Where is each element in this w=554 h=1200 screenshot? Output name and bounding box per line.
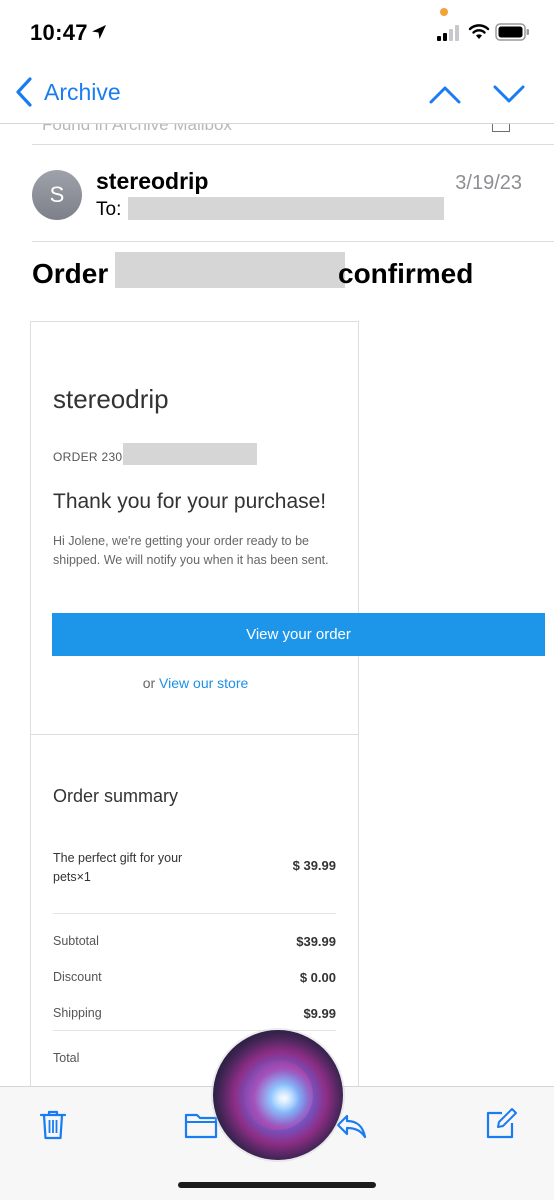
trash-icon[interactable] xyxy=(36,1107,70,1141)
location-arrow-icon xyxy=(92,25,106,39)
subtotal-value: $39.99 xyxy=(296,934,336,949)
battery-icon xyxy=(495,23,529,41)
message-content[interactable]: Found in Archive Mailbox S stereodrip 3/… xyxy=(0,124,554,1086)
avatar: S xyxy=(32,170,82,220)
mailbox-tray-icon xyxy=(492,124,510,132)
chevron-down-icon[interactable] xyxy=(492,80,526,108)
subject-end: confirmed xyxy=(338,258,474,289)
email-body-card: stereodrip ORDER 230 Thank you for your … xyxy=(30,321,359,1086)
order-number: ORDER 230 xyxy=(53,450,123,464)
view-store-link[interactable]: View our store xyxy=(159,675,248,691)
summary-divider xyxy=(53,1030,336,1031)
found-in-label: Found in Archive Mailbox xyxy=(42,124,232,134)
cell-signal-icon xyxy=(437,25,459,41)
or-text: or xyxy=(142,675,156,691)
status-bar: 10:47 xyxy=(0,0,554,66)
message-date: 3/19/23 xyxy=(455,172,522,194)
mail-nav-bar: Archive xyxy=(0,66,554,124)
siri-glow xyxy=(243,1060,313,1130)
line-item-name: The perfect gift for your pets×1 xyxy=(53,851,183,884)
folder-icon[interactable] xyxy=(184,1107,218,1141)
view-store-line: or View our store xyxy=(31,675,360,691)
total-label: Total xyxy=(53,1051,80,1065)
chevron-up-icon[interactable] xyxy=(428,80,462,108)
line-item-price: $ 39.99 xyxy=(292,858,336,873)
back-label: Archive xyxy=(44,78,121,105)
discount-value: $ 0.00 xyxy=(299,970,336,985)
recipient-label: To: xyxy=(96,199,122,220)
sender-name[interactable]: stereodrip xyxy=(96,168,208,195)
chevron-left-icon xyxy=(16,77,32,107)
redacted-recipient xyxy=(128,197,444,220)
thank-you-heading: Thank you for your purchase! xyxy=(53,490,327,513)
compose-icon[interactable] xyxy=(484,1107,518,1141)
shipping-label: Shipping xyxy=(53,1006,102,1020)
home-indicator[interactable] xyxy=(178,1182,376,1188)
store-name: stereodrip xyxy=(53,384,169,414)
card-divider xyxy=(31,734,358,735)
back-to-archive-button[interactable]: Archive xyxy=(14,76,121,108)
order-notice-text: Hi Jolene, we're getting your order read… xyxy=(53,534,329,567)
subtotal-label: Subtotal xyxy=(53,934,99,948)
order-summary-title: Order summary xyxy=(53,786,179,806)
subject-start: Order xyxy=(32,258,109,289)
shipping-value: $9.99 xyxy=(303,1006,336,1021)
privacy-indicator-dot xyxy=(440,8,448,16)
divider xyxy=(32,144,554,145)
redacted-order-number xyxy=(115,252,345,288)
divider xyxy=(32,241,554,242)
discount-label: Discount xyxy=(53,970,102,984)
wifi-icon xyxy=(468,24,490,39)
summary-divider xyxy=(53,913,336,914)
status-time: 10:47 xyxy=(30,20,88,45)
view-order-button[interactable]: View your order xyxy=(52,613,545,656)
redacted-order-id xyxy=(123,443,257,465)
